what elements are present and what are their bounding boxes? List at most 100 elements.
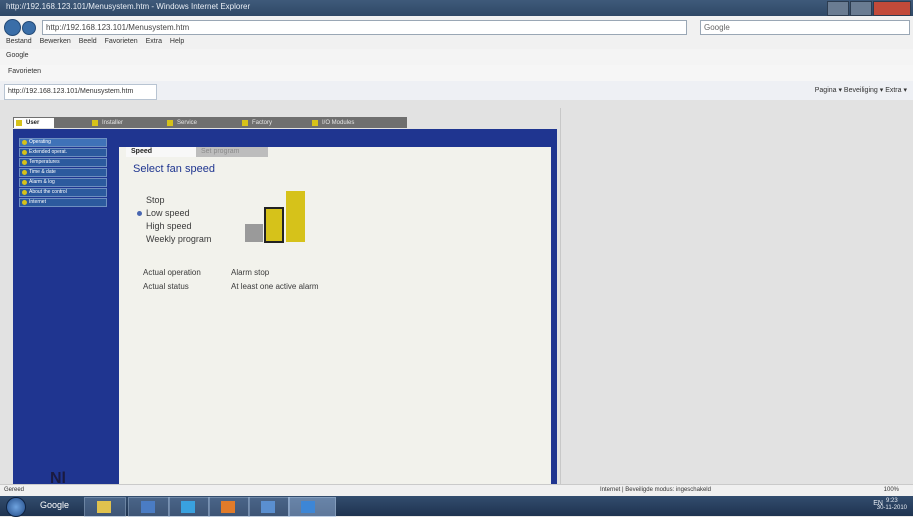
search-input[interactable]: Google <box>700 20 910 35</box>
window-titlebar: http://192.168.123.101/Menusystem.htm - … <box>0 0 913 16</box>
address-bar[interactable]: http://192.168.123.101/Menusystem.htm <box>42 20 687 35</box>
tab-factory[interactable]: Factory <box>240 118 300 128</box>
installer-icon <box>92 120 98 126</box>
user-icon <box>16 120 22 126</box>
menu-item[interactable]: Extra <box>146 38 162 45</box>
taskbar-app-button[interactable] <box>248 497 290 517</box>
info-icon <box>22 190 27 195</box>
sidebar-item-label: About the control <box>29 189 67 195</box>
close-button[interactable] <box>873 1 911 16</box>
fan-speed-indicator <box>245 191 305 243</box>
skype-icon <box>181 501 195 513</box>
clock[interactable]: 9:23 30-11-2010 <box>877 498 907 512</box>
taskbar-app-button[interactable] <box>128 497 170 517</box>
google-toolbar-label: Google <box>6 52 29 59</box>
radio-dot-selected <box>137 211 142 216</box>
browser-tab[interactable]: http://192.168.123.101/Menusystem.htm <box>4 84 157 100</box>
fan-level-stop-bar <box>245 224 263 242</box>
radio-label: Stop <box>146 195 165 205</box>
radio-label: Low speed <box>146 208 190 218</box>
radio-dot <box>137 237 142 242</box>
clock-time: 9:23 <box>886 498 898 504</box>
sidebar-item-label: Internet <box>29 199 46 205</box>
sidebar-item-label: Operating <box>29 139 51 145</box>
window-controls <box>827 1 911 16</box>
ie-icon <box>301 501 315 513</box>
minimize-button[interactable] <box>827 1 849 16</box>
extended-icon <box>22 150 27 155</box>
tab-label: I/O Modules <box>322 120 355 126</box>
page-tools-menu[interactable]: Pagina ▾ Beveiliging ▾ Extra ▾ <box>815 86 907 94</box>
radio-dot <box>137 224 142 229</box>
security-zone: Internet | Beveiligde modus: ingeschakel… <box>600 487 711 493</box>
back-button[interactable] <box>4 19 21 36</box>
actual-operation-value: Alarm stop <box>231 268 270 277</box>
sidebar-item-temperatures[interactable]: Temperatures <box>19 158 107 167</box>
service-icon <box>167 120 173 126</box>
menu-bar: Bestand Bewerken Beeld Favorieten Extra … <box>0 38 913 49</box>
app-icon <box>141 501 155 513</box>
menu-item[interactable]: Bewerken <box>40 38 71 45</box>
sidebar-item-operating[interactable]: Operating <box>19 138 107 147</box>
menu-item[interactable]: Bestand <box>6 38 32 45</box>
taskbar-explorer-button[interactable] <box>84 497 126 517</box>
tab-io-modules[interactable]: I/O Modules <box>310 118 380 128</box>
radio-label: Weekly program <box>146 234 212 244</box>
app-icon <box>261 501 275 513</box>
thermometer-icon <box>22 160 27 165</box>
sidebar-item-internet[interactable]: Internet <box>19 198 107 207</box>
tab-label: User <box>26 120 40 126</box>
sidebar-item-label: Alarm & log <box>29 179 55 185</box>
app-icon <box>221 501 235 513</box>
actual-status-value: At least one active alarm <box>231 282 319 291</box>
forward-button[interactable] <box>22 21 36 35</box>
clock-icon <box>22 170 27 175</box>
clock-date: 30-11-2010 <box>876 505 907 511</box>
start-button[interactable] <box>6 497 26 517</box>
tab-label: Service <box>177 120 198 126</box>
factory-icon <box>242 120 248 126</box>
sidebar-item-label: Extended operat. <box>29 149 68 155</box>
radio-high-speed[interactable]: High speed <box>146 221 192 231</box>
sidebar-menu: Operating Extended operat. Temperatures … <box>19 138 107 208</box>
sidebar-item-extended-operation[interactable]: Extended operat. <box>19 148 107 157</box>
tab-service[interactable]: Service <box>165 118 225 128</box>
fan-level-high-bar <box>286 191 305 242</box>
sidebar-item-about[interactable]: About the control <box>19 188 107 197</box>
menu-item[interactable]: Help <box>170 38 184 45</box>
alarm-icon <box>22 180 27 185</box>
favorites-button[interactable]: Favorieten <box>8 68 41 75</box>
sidebar-item-time-date[interactable]: Time & date <box>19 168 107 177</box>
taskbar-ie-button[interactable] <box>288 497 336 517</box>
radio-dot <box>137 198 142 203</box>
actual-status-label: Actual status <box>143 282 189 291</box>
globe-icon <box>22 200 27 205</box>
tab-installer[interactable]: Installer <box>90 118 150 128</box>
favorites-bar: Favorieten <box>0 65 913 82</box>
io-modules-icon <box>312 120 318 126</box>
tab-set-program[interactable]: Set program <box>196 147 268 157</box>
radio-low-speed[interactable]: Low speed <box>137 208 190 218</box>
zoom-level[interactable]: 100% <box>884 487 899 493</box>
actual-operation-label: Actual operation <box>143 268 201 277</box>
radio-label: High speed <box>146 221 192 231</box>
radio-stop[interactable]: Stop <box>146 195 165 205</box>
window-title: http://192.168.123.101/Menusystem.htm - … <box>6 2 251 11</box>
sidebar-item-alarm-log[interactable]: Alarm & log <box>19 178 107 187</box>
folder-icon <box>97 501 111 513</box>
menu-item[interactable]: Beeld <box>79 38 97 45</box>
radio-weekly-program[interactable]: Weekly program <box>146 234 211 244</box>
sidebar-item-label: Time & date <box>29 169 56 175</box>
operating-icon <box>22 140 27 145</box>
speed-panel <box>119 147 551 484</box>
tab-speed[interactable]: Speed <box>126 147 196 157</box>
taskbar-google-label[interactable]: Google <box>40 500 69 510</box>
maximize-button[interactable] <box>850 1 872 16</box>
windows-taskbar: Google EN 9:23 30-11-2010 <box>0 496 913 517</box>
panel-heading: Select fan speed <box>133 163 215 175</box>
tab-user[interactable]: User <box>14 118 54 128</box>
menu-item[interactable]: Favorieten <box>105 38 138 45</box>
taskbar-skype-button[interactable] <box>168 497 210 517</box>
taskbar-app-button[interactable] <box>208 497 250 517</box>
tab-label: Installer <box>102 120 124 126</box>
